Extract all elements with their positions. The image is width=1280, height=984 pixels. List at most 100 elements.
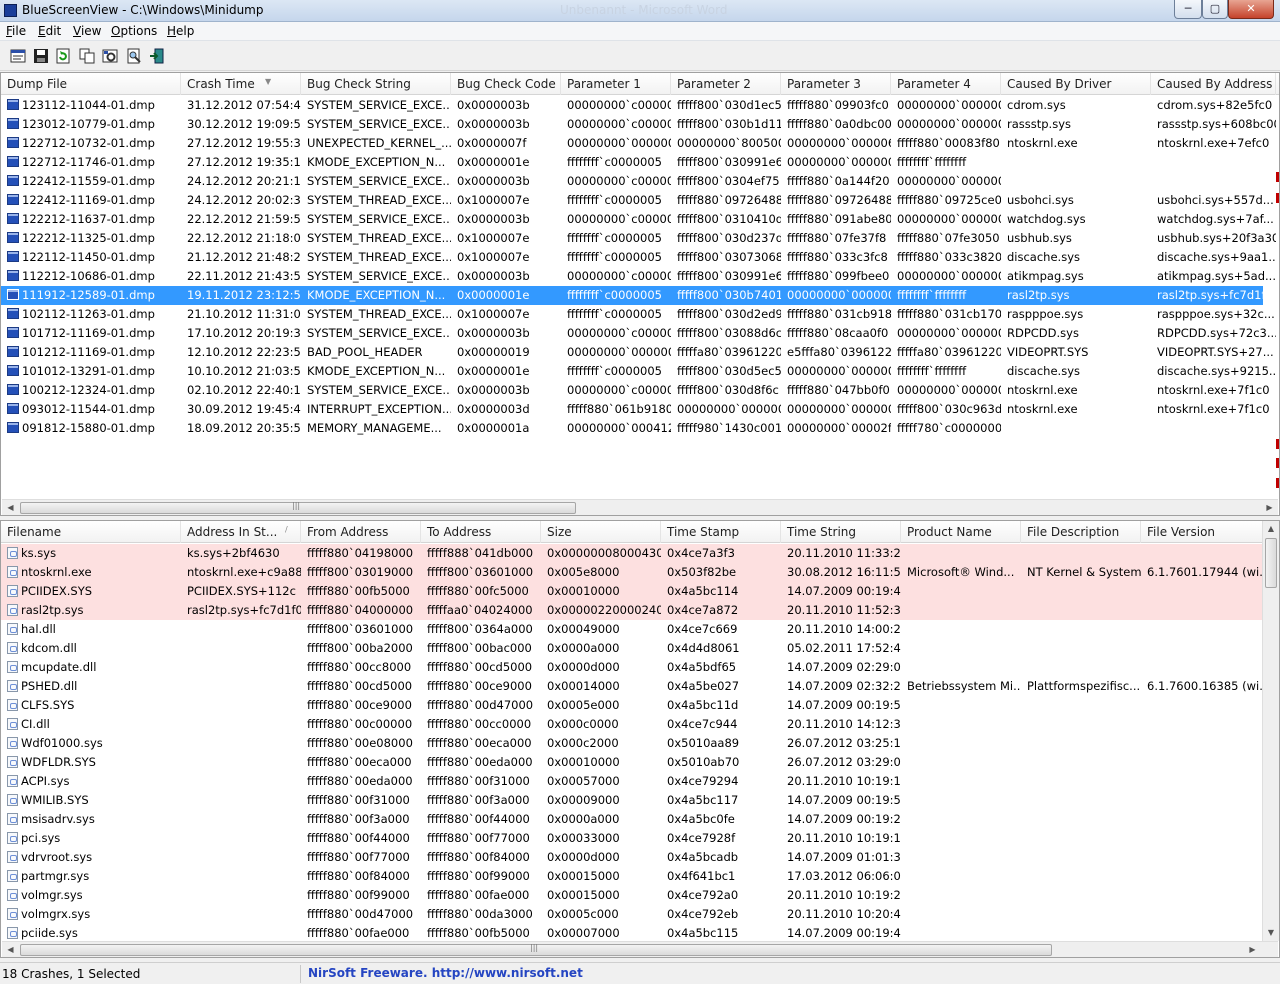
properties-icon[interactable] [8, 46, 28, 66]
table-row[interactable]: 101012-13291-01.dmp 10.10.2012 21:03:58 KM… [1, 362, 1276, 381]
table-row[interactable]: mcupdate.dll fffff880`00cc8000 fffff880`00… [1, 658, 1263, 677]
column-header-bug-check-string[interactable]: Bug Check String [301, 73, 451, 95]
table-row[interactable]: 101712-11169-01.dmp 17.10.2012 20:19:33 SY… [1, 324, 1276, 343]
column-header-dump-file[interactable]: Dump File [1, 73, 181, 95]
column-header-from-address[interactable]: From Address [301, 521, 421, 543]
column-header-file-description[interactable]: File Description [1021, 521, 1141, 543]
table-row[interactable]: 091812-15880-01.dmp 18.09.2012 20:35:55 ME… [1, 419, 1263, 438]
menu-edit[interactable]: Edit [38, 24, 61, 38]
column-header-time-string[interactable]: Time String [781, 521, 901, 543]
cell-time-string: 20.11.2010 14:00:25 [787, 622, 901, 636]
table-row[interactable]: 122412-11169-01.dmp 24.12.2012 20:02:31 SY… [1, 191, 1274, 210]
table-row[interactable]: 101212-11169-01.dmp 12.10.2012 22:23:53 BA… [1, 343, 1274, 362]
table-row[interactable]: 100212-12324-01.dmp 02.10.2012 22:40:18 SY… [1, 381, 1270, 400]
menu-help[interactable]: Help [167, 24, 194, 38]
table-row[interactable]: 122112-11450-01.dmp 21.12.2012 21:48:27 SY… [1, 248, 1276, 267]
column-header-caused-by-driver[interactable]: Caused By Driver [1001, 73, 1151, 95]
scroll-up-arrow[interactable]: ▲ [1263, 521, 1279, 537]
table-row[interactable]: ACPI.sys fffff880`00eda000 fffff880`00f310… [1, 772, 1263, 791]
scroll-left-arrow[interactable]: ◀ [2, 500, 19, 515]
table-row[interactable]: ks.sys ks.sys+2bf4630 fffff880`04198000 fff… [1, 544, 1263, 563]
table-row[interactable]: WMILIB.SYS fffff880`00f31000 fffff880`00f3… [1, 791, 1263, 810]
column-header-size[interactable]: Size [541, 521, 661, 543]
table-row[interactable]: rasl2tp.sys rasl2tp.sys+fc7d1f01 fffff880`… [1, 601, 1263, 620]
column-header-time-stamp[interactable]: Time Stamp [661, 521, 781, 543]
cell-caused-by-driver: VIDEOPRT.SYS [1007, 345, 1089, 359]
crash-list-hscrollbar[interactable]: ◀ ||| ▶ [2, 499, 1278, 515]
table-row[interactable]: kdcom.dll fffff800`00ba2000 fffff800`00bac… [1, 639, 1263, 658]
table-row[interactable]: volmgr.sys fffff880`00f99000 fffff880`00fa… [1, 886, 1263, 905]
scroll-down-arrow[interactable]: ▼ [1263, 925, 1279, 941]
table-row[interactable]: PCIIDEX.SYS PCIIDEX.SYS+112c fffff880`00fb… [1, 582, 1263, 601]
cell-parameter-2: fffff800`030b1d11 [677, 117, 781, 131]
table-row[interactable]: msisadrv.sys fffff880`00f3a000 fffff880`00… [1, 810, 1263, 829]
column-header-crash-time[interactable]: Crash Time [181, 73, 301, 95]
table-row[interactable]: 123112-11044-01.dmp 31.12.2012 07:54:46 SY… [1, 96, 1272, 115]
column-header-bug-check-code[interactable]: Bug Check Code [451, 73, 561, 95]
table-row[interactable]: vdrvroot.sys fffff880`00f77000 fffff880`00… [1, 848, 1263, 867]
dump-file-icon [7, 327, 19, 338]
menu-options[interactable]: Options [111, 24, 157, 38]
maximize-button[interactable]: ▢ [1202, 0, 1228, 19]
table-row[interactable]: 122412-11559-01.dmp 24.12.2012 20:21:19 SY… [1, 172, 1263, 191]
table-row[interactable]: 122212-11325-01.dmp 22.12.2012 21:18:09 SY… [1, 229, 1276, 248]
menu-file[interactable]: File [6, 24, 26, 38]
save-icon[interactable] [31, 46, 51, 66]
cell-parameter-4: fffffa80`03961220 [897, 345, 1001, 359]
cell-address-in-st [181, 639, 301, 658]
column-header-file-version[interactable]: File Version [1141, 521, 1263, 543]
find-icon[interactable] [124, 46, 144, 66]
cell-product-name [901, 886, 1021, 905]
nirsoft-link[interactable]: NirSoft Freeware. http://www.nirsoft.net [308, 966, 583, 980]
table-row[interactable]: pci.sys fffff880`00f44000 fffff880`00f7700… [1, 829, 1263, 848]
cell-caused-by-driver: cdrom.sys [1007, 98, 1066, 112]
column-header-parameter-4[interactable]: Parameter 4 [891, 73, 1001, 95]
close-button[interactable]: ✕ [1228, 0, 1274, 19]
column-header-filename[interactable]: Filename [1, 521, 181, 543]
copy-icon[interactable] [77, 46, 97, 66]
table-row[interactable]: 122712-11746-01.dmp 27.12.2012 19:35:10 KM… [1, 153, 1263, 172]
column-header-parameter-3[interactable]: Parameter 3 [781, 73, 891, 95]
column-header-caused-by-address[interactable]: Caused By Address [1151, 73, 1276, 95]
table-row[interactable]: 122212-11637-01.dmp 22.12.2012 21:59:53 SY… [1, 210, 1274, 229]
table-row[interactable]: PSHED.dll fffff880`00cd5000 fffff880`00ce9… [1, 677, 1263, 696]
scroll-thumb[interactable] [1265, 538, 1277, 588]
scroll-right-arrow[interactable]: ▶ [1261, 500, 1278, 515]
cell-file-version [1141, 791, 1263, 810]
exit-icon[interactable] [147, 46, 167, 66]
refresh-icon[interactable] [53, 46, 73, 66]
column-header-to-address[interactable]: To Address [421, 521, 541, 543]
cell-filename: ntoskrnl.exe [1, 563, 181, 582]
scroll-left-arrow[interactable]: ◀ [2, 942, 19, 957]
menu-view[interactable]: View [73, 24, 101, 38]
driver-list-vscrollbar[interactable]: ▲ ▼ [1262, 521, 1279, 941]
cell-parameter-4: ffffffff`ffffffff [897, 288, 967, 302]
table-row[interactable]: 112212-10686-01.dmp 22.11.2012 21:43:57 SY… [1, 267, 1276, 286]
table-row[interactable]: ntoskrnl.exe ntoskrnl.exe+c9a88 fffff800`0… [1, 563, 1263, 582]
cell-to-address: fffff880`00d47000 [427, 698, 534, 712]
cell-size: 0x00015000 [547, 888, 620, 902]
table-row[interactable]: WDFLDR.SYS fffff880`00eca000 fffff880`00ed… [1, 753, 1263, 772]
cell-filename: partmgr.sys [1, 867, 181, 886]
table-row[interactable]: volmgrx.sys fffff880`00d47000 fffff880`00d… [1, 905, 1263, 924]
column-header-parameter-1[interactable]: Parameter 1 [561, 73, 671, 95]
driver-list-hscrollbar[interactable]: ◀ ||| ▶ [2, 941, 1278, 957]
table-row[interactable]: 102112-11263-01.dmp 21.10.2012 11:31:07 SY… [1, 305, 1275, 324]
minimize-button[interactable]: ─ [1174, 0, 1202, 19]
table-row[interactable]: Wdf01000.sys fffff880`00e08000 fffff880`00… [1, 734, 1263, 753]
table-row[interactable]: CI.dll fffff880`00c00000 fffff880`00cc0000… [1, 715, 1263, 734]
table-row[interactable]: partmgr.sys fffff880`00f84000 fffff880`00f… [1, 867, 1263, 886]
column-header-address-in-st[interactable]: Address In St... [181, 521, 301, 543]
table-row[interactable]: 111912-12589-01.dmp 19.11.2012 23:12:57 KM… [1, 286, 1276, 305]
table-row[interactable]: hal.dll fffff800`03601000 fffff800`0364a00… [1, 620, 1263, 639]
cell-parameter-3: fffff880`08caa0f0 [787, 326, 889, 340]
scroll-right-arrow[interactable]: ▶ [1244, 942, 1261, 957]
table-row[interactable]: 123012-10779-01.dmp 30.12.2012 19:09:55 SY… [1, 115, 1276, 134]
column-header-product-name[interactable]: Product Name [901, 521, 1021, 543]
table-row[interactable]: 093012-11544-01.dmp 30.09.2012 19:45:41 IN… [1, 400, 1270, 419]
advanced-options-icon[interactable] [100, 46, 120, 66]
table-row[interactable]: CLFS.SYS fffff880`00ce9000 fffff880`00d470… [1, 696, 1263, 715]
table-row[interactable]: 122712-10732-01.dmp 27.12.2012 19:55:38 UN… [1, 134, 1269, 153]
column-header-parameter-2[interactable]: Parameter 2 [671, 73, 781, 95]
cell-file-version [1141, 639, 1263, 658]
